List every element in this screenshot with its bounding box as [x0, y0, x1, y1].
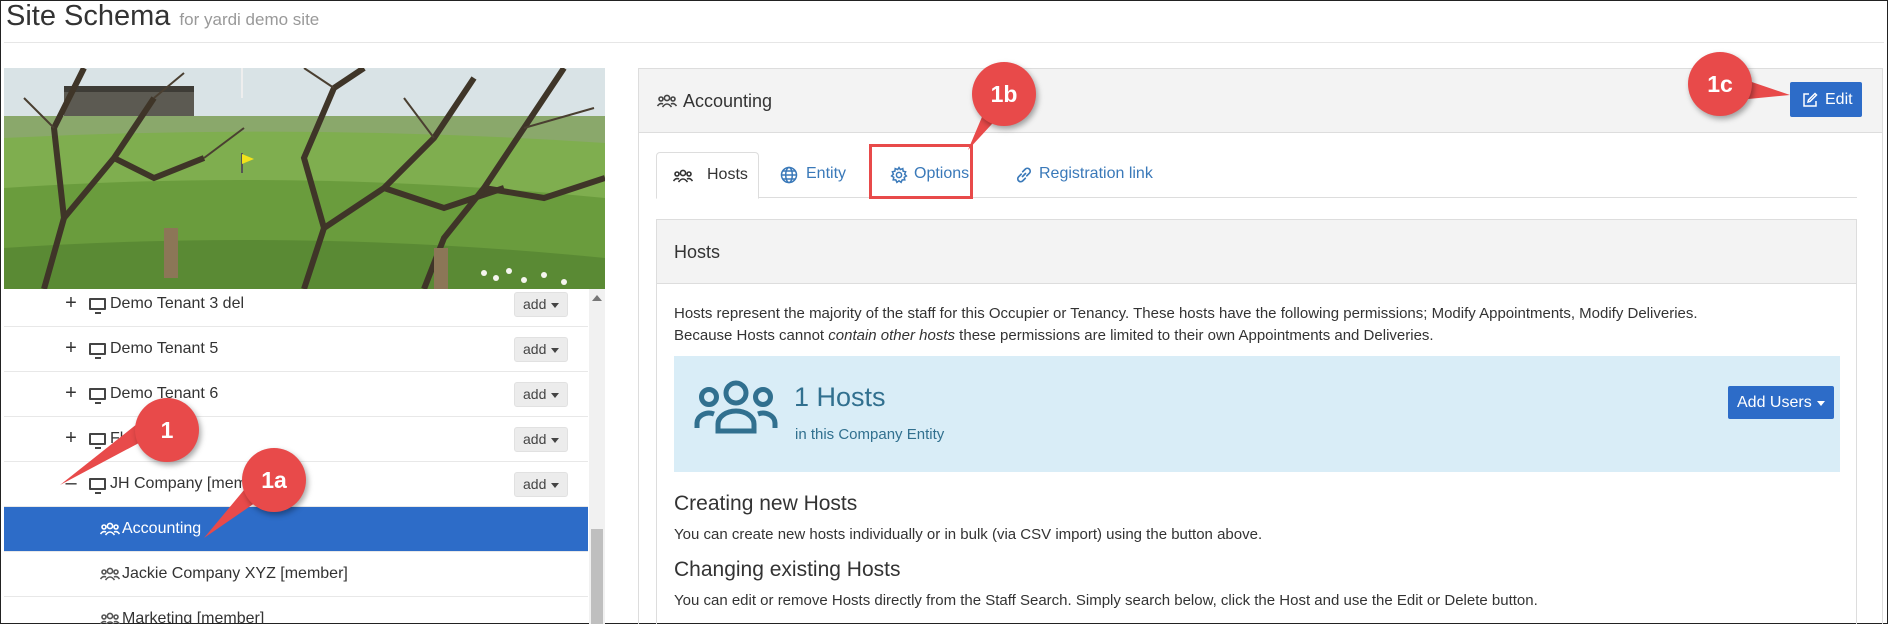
- caret-down-icon: [551, 483, 559, 488]
- hosts-heading-title: Hosts: [674, 242, 721, 262]
- monitor-icon: [89, 433, 106, 449]
- hosts-count: 1 Hosts: [794, 382, 886, 412]
- creating-hosts-title: Creating new Hosts: [674, 492, 858, 515]
- hosts-panel: Hosts Hosts represent the majority of th…: [656, 219, 1857, 624]
- tab-entity[interactable]: Entity: [779, 152, 859, 198]
- scrollbar-thumb[interactable]: [591, 529, 603, 624]
- users-icon: [673, 169, 693, 183]
- scroll-up-arrow-icon[interactable]: [592, 295, 602, 301]
- tree-row-label: JH Company [mem: [110, 475, 247, 492]
- changing-hosts-text: You can edit or remove Hosts directly fr…: [674, 592, 1538, 609]
- add-dropdown-button[interactable]: add: [514, 337, 568, 362]
- monitor-icon: [89, 388, 106, 404]
- caret-down-icon: [551, 348, 559, 353]
- tree-row-accounting[interactable]: Accounting: [4, 507, 588, 552]
- caret-down-icon: [551, 393, 559, 398]
- tree-row-label: Demo Tenant 3 del: [110, 295, 245, 312]
- monitor-icon: [89, 343, 106, 359]
- expand-toggle[interactable]: +: [64, 292, 78, 314]
- add-dropdown-button[interactable]: add: [514, 427, 568, 452]
- tab-hosts[interactable]: Hosts: [656, 152, 759, 199]
- creating-hosts-text: You can create new hosts individually or…: [674, 526, 1263, 543]
- tree-row-label: Jackie Company XYZ [member]: [122, 565, 348, 582]
- expand-toggle[interactable]: +: [64, 427, 78, 449]
- caret-down-icon: [551, 438, 559, 443]
- tab-registration-link[interactable]: Registration link: [1014, 152, 1164, 198]
- monitor-icon: [89, 478, 106, 494]
- tree-row[interactable]: + Demo Tenant 3 del add: [4, 289, 588, 327]
- link-icon: [1016, 167, 1032, 183]
- header-divider: [4, 42, 1884, 43]
- tree-row-label: Marketing [member]: [122, 610, 265, 624]
- edit-button[interactable]: Edit: [1790, 82, 1862, 117]
- collapse-toggle[interactable]: –: [64, 472, 78, 494]
- changing-hosts-title: Changing existing Hosts: [674, 558, 901, 581]
- page-header: Site Schema for yardi demo site: [6, 0, 319, 40]
- users-icon: [656, 94, 678, 108]
- add-dropdown-button[interactable]: add: [514, 382, 568, 407]
- users-icon: [694, 380, 778, 434]
- hosts-heading: Hosts: [657, 220, 1856, 284]
- hosts-count-box: 1 Hosts in this Company Entity Add Users: [674, 356, 1840, 472]
- golf-course-image: [4, 68, 605, 289]
- add-dropdown-button[interactable]: add: [514, 472, 568, 497]
- callout-1: 1: [135, 398, 199, 462]
- tree-row[interactable]: Marketing [member]: [4, 597, 588, 624]
- tree-row-label: Accounting: [122, 520, 202, 537]
- hosts-description: Hosts represent the majority of the staf…: [674, 305, 1698, 344]
- page-title: Site Schema: [6, 0, 171, 32]
- add-dropdown-button[interactable]: add: [514, 292, 568, 317]
- expand-toggle[interactable]: +: [64, 337, 78, 359]
- users-icon: [100, 522, 120, 536]
- callout-1b: 1b: [972, 62, 1036, 126]
- callout-1a: 1a: [242, 448, 306, 512]
- tree-scrollbar[interactable]: [589, 289, 605, 624]
- tab-bar: Hosts Entity Options Registration link: [656, 152, 1857, 199]
- page-subtitle: for yardi demo site: [179, 10, 320, 29]
- globe-icon: [780, 166, 798, 184]
- caret-down-icon: [1817, 401, 1825, 406]
- options-highlight-box: [869, 144, 973, 199]
- edit-icon: [1803, 92, 1818, 107]
- site-photo: [4, 68, 605, 289]
- tree-row[interactable]: Jackie Company XYZ [member]: [4, 552, 588, 597]
- callout-1c: 1c: [1688, 52, 1752, 116]
- expand-toggle[interactable]: +: [64, 382, 78, 404]
- tree-row[interactable]: + Fl add: [4, 417, 588, 462]
- tree-row[interactable]: + Demo Tenant 5 add: [4, 327, 588, 372]
- panel-title: Accounting: [683, 91, 773, 111]
- monitor-icon: [89, 298, 106, 314]
- tree-row-label: Fl: [110, 430, 124, 447]
- tree-row[interactable]: + Demo Tenant 6 add: [4, 372, 588, 417]
- add-users-button[interactable]: Add Users: [1728, 386, 1834, 419]
- site-tree-panel: + Demo Tenant 3 del add + Demo Tenant 5 …: [4, 68, 605, 624]
- users-icon: [100, 612, 120, 624]
- tree-row-label: Demo Tenant 5: [110, 340, 219, 357]
- site-tree: + Demo Tenant 3 del add + Demo Tenant 5 …: [4, 289, 605, 624]
- caret-down-icon: [551, 303, 559, 308]
- hosts-count-subtitle: in this Company Entity: [795, 426, 945, 443]
- detail-panel: Accounting Edit Hosts Entity Options Reg…: [638, 68, 1883, 624]
- users-icon: [100, 567, 120, 581]
